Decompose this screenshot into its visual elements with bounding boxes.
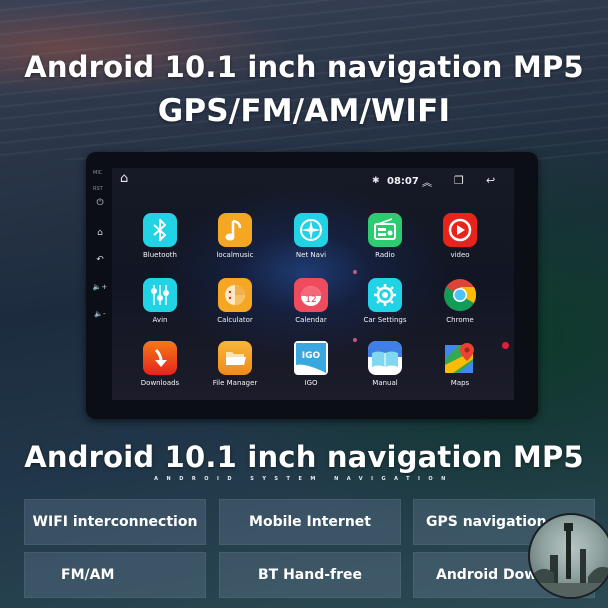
feature-tile: WIFI interconnection	[24, 499, 206, 545]
gear-icon	[368, 278, 402, 312]
banner-subheadline: GPS/FM/AM/WIFI	[157, 93, 451, 129]
calendar-number: 12	[305, 295, 316, 305]
app-label: localmusic	[216, 251, 254, 259]
app-label: Manual	[372, 379, 398, 387]
app-label: Bluetooth	[143, 251, 177, 259]
app-chrome[interactable]: Chrome	[425, 278, 495, 338]
book-icon	[368, 341, 402, 375]
volume-up-icon: 🔈+	[92, 283, 108, 291]
nav-back-button[interactable]: ↩	[486, 174, 495, 187]
radio-icon	[368, 213, 402, 247]
app-label: Car Settings	[363, 316, 407, 324]
app-video[interactable]: video	[425, 213, 495, 273]
section-title: Android 10.1 inch navigation MP5	[24, 440, 584, 474]
app-igo[interactable]: IGO IGO	[276, 341, 346, 400]
recents-button[interactable]: ❐	[454, 174, 464, 187]
calendar-icon: 12	[294, 278, 328, 312]
city-skyline-watermark	[528, 513, 608, 599]
feature-tile: Mobile Internet	[219, 499, 401, 545]
equalizer-icon	[143, 278, 177, 312]
app-label: Calendar	[295, 316, 327, 324]
app-localmusic[interactable]: localmusic	[200, 213, 270, 273]
app-radio[interactable]: Radio	[350, 213, 420, 273]
feature-tile: BT Hand-free	[219, 552, 401, 598]
app-label: Calculator	[217, 316, 253, 324]
app-bluetooth[interactable]: Bluetooth	[125, 213, 195, 273]
clock: 08:07	[387, 176, 419, 187]
folder-icon	[218, 341, 252, 375]
volume-up-button[interactable]: 🔈+	[90, 280, 110, 294]
map-pin-icon	[443, 341, 477, 375]
nav-home-button[interactable]: ⌂	[120, 171, 128, 186]
home-hard-button[interactable]: ⌂	[90, 226, 110, 240]
app-net-navi[interactable]: Net Navi	[276, 213, 346, 273]
app-label: Avin	[152, 316, 168, 324]
feature-tile: FM/AM	[24, 552, 206, 598]
compass-icon	[294, 213, 328, 247]
app-maps[interactable]: Maps	[425, 341, 495, 400]
volume-down-icon: 🔈-	[94, 310, 106, 318]
igo-text: IGO	[302, 351, 321, 361]
app-avin[interactable]: Avin	[125, 278, 195, 338]
android-home-screen: ⌂ ✱ 08:07 ︽ ❐ ↩ Bluetooth localmusic Net…	[112, 168, 514, 400]
app-label: Radio	[375, 251, 395, 259]
home-icon: ⌂	[97, 228, 103, 238]
app-calendar[interactable]: 12 Calendar	[276, 278, 346, 338]
app-file-manager[interactable]: File Manager	[200, 341, 270, 400]
section-subtitle: ANDROID SYSTEM NAVIGATION	[154, 476, 454, 482]
back-hard-button[interactable]: ↶	[90, 253, 110, 267]
status-bar: ⌂ ✱ 08:07 ︽ ❐ ↩	[112, 168, 514, 196]
app-downloads[interactable]: Downloads	[125, 341, 195, 400]
app-label: Maps	[450, 379, 470, 387]
calculator-icon	[218, 278, 252, 312]
power-icon: ⏻	[96, 198, 104, 208]
back-icon: ↶	[96, 255, 104, 265]
bluetooth-icon	[143, 213, 177, 247]
banner-headline: Android 10.1 inch navigation MP5	[24, 50, 584, 84]
app-label: Chrome	[446, 316, 474, 324]
app-manual[interactable]: Manual	[350, 341, 420, 400]
expand-up-icon[interactable]: ︽	[422, 174, 432, 189]
decor-dot	[502, 342, 509, 349]
reset-label: RST	[93, 186, 103, 192]
power-button[interactable]: ⏻	[90, 196, 110, 210]
volume-down-button[interactable]: 🔈-	[90, 307, 110, 321]
app-label: Net Navi	[295, 251, 327, 259]
igo-icon: IGO	[294, 341, 328, 375]
chrome-icon	[443, 278, 477, 312]
app-label: IGO	[304, 379, 318, 387]
play-icon	[443, 213, 477, 247]
bluetooth-status-icon: ✱	[372, 176, 380, 186]
music-note-icon	[218, 213, 252, 247]
head-unit-device: MIC RST ⏻ ⌂ ↶ 🔈+ 🔈- ⌂ ✱ 08:07 ︽ ❐ ↩ Blue…	[86, 152, 538, 419]
mic-label: MIC	[93, 170, 103, 176]
app-label: video	[450, 251, 470, 259]
app-car-settings[interactable]: Car Settings	[350, 278, 420, 338]
app-calculator[interactable]: Calculator	[200, 278, 270, 338]
app-label: File Manager	[212, 379, 258, 387]
app-label: Downloads	[140, 379, 180, 387]
download-arrow-icon	[143, 341, 177, 375]
